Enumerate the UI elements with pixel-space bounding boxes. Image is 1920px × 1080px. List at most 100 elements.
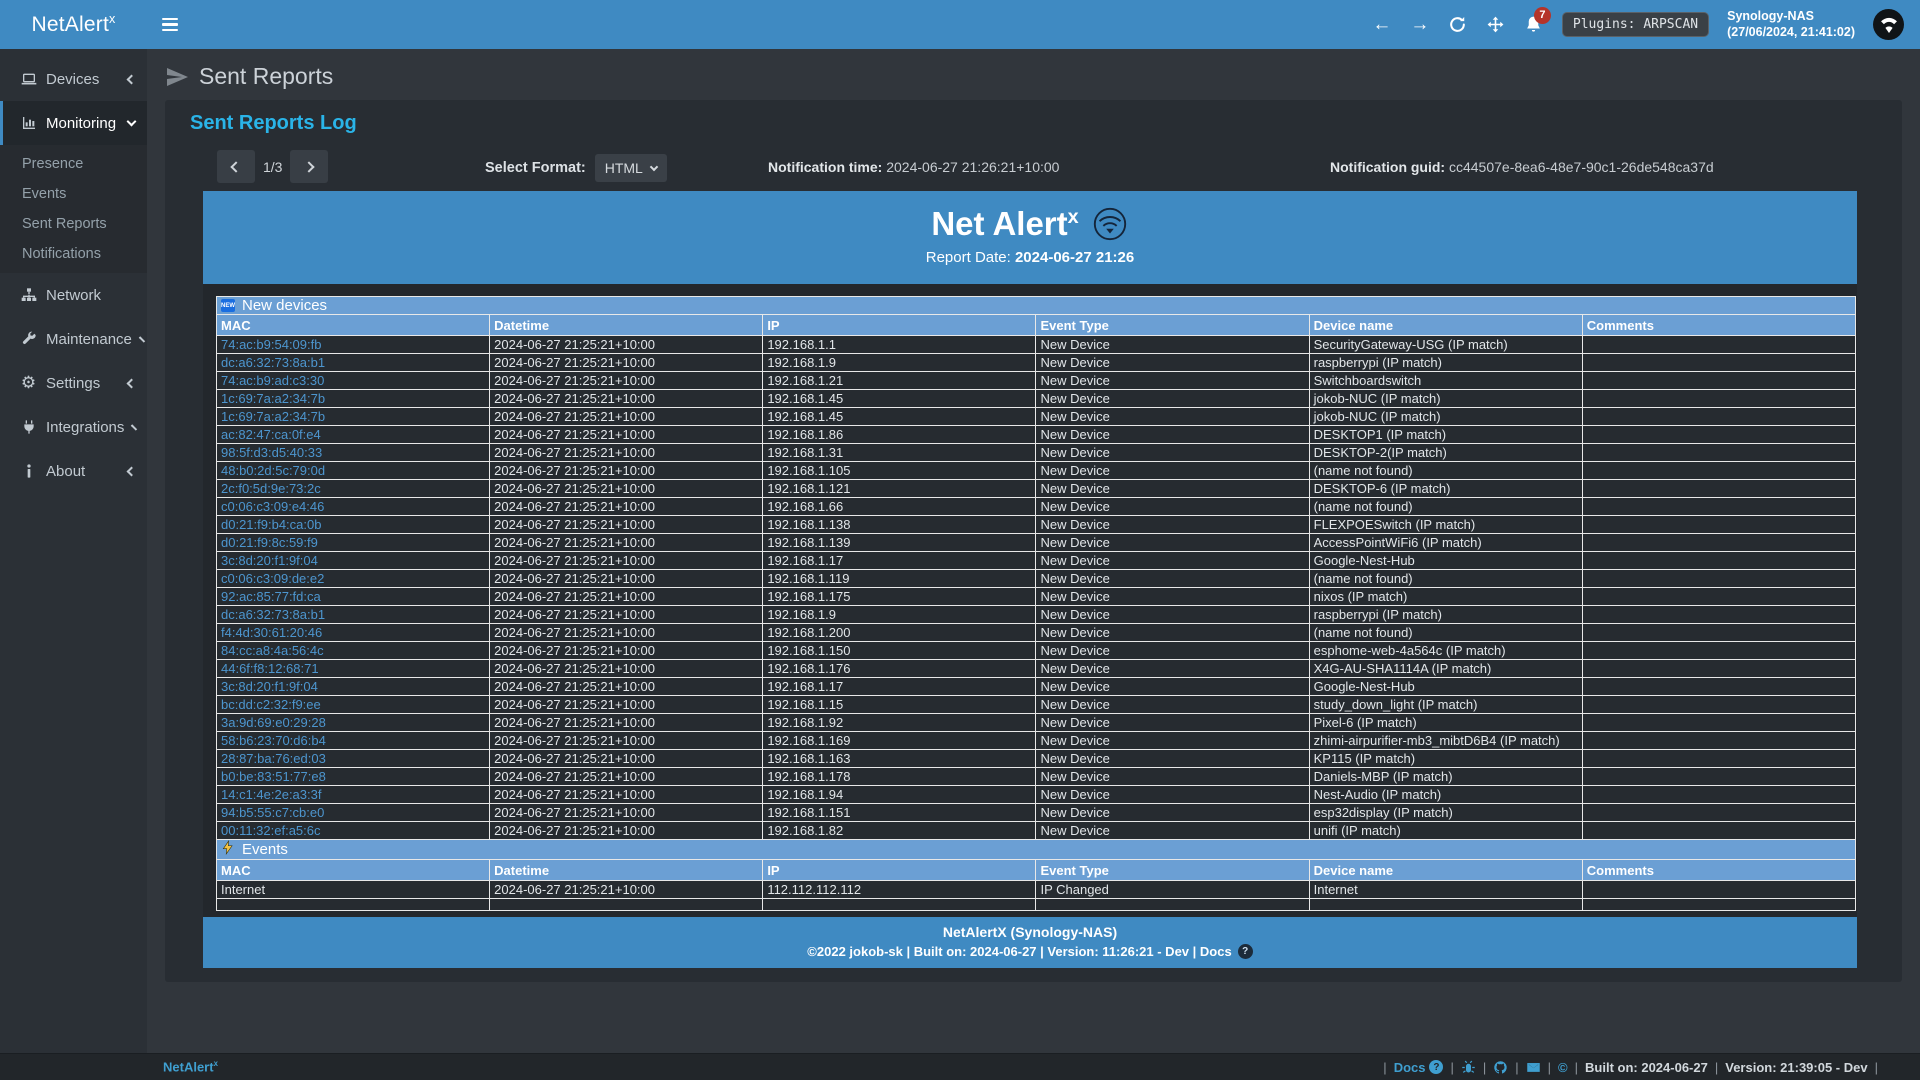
netalertx-logo-icon	[1091, 205, 1129, 243]
sidebar-item-maintenance[interactable]: Maintenance	[0, 317, 147, 361]
move-icon[interactable]	[1486, 15, 1506, 35]
sidebar-item-label: Monitoring	[46, 115, 119, 132]
github-icon[interactable]	[1493, 1060, 1508, 1075]
refresh-icon[interactable]	[1448, 15, 1468, 35]
mac-link[interactable]: dc:a6:32:73:8a:b1	[217, 354, 490, 372]
section-title: Sent Reports Log	[190, 112, 357, 135]
table-cell: 192.168.1.86	[763, 426, 1036, 444]
sidebar-item-about[interactable]: About	[0, 449, 147, 493]
mac-link[interactable]: d0:21:f9:b4:ca:0b	[217, 516, 490, 534]
mac-link[interactable]: c0:06:c3:09:de:e2	[217, 570, 490, 588]
sidebar-item-monitoring[interactable]: Monitoring	[0, 101, 147, 145]
next-page-button[interactable]	[290, 150, 328, 183]
table-cell: New Device	[1036, 534, 1309, 552]
table-cell	[1582, 390, 1855, 408]
mac-link[interactable]: bc:dd:c2:32:f9:ee	[217, 696, 490, 714]
sidebar-item-devices[interactable]: Devices	[0, 57, 147, 101]
mac-link[interactable]: 84:cc:a8:4a:56:4c	[217, 642, 490, 660]
table-cell	[1582, 881, 1855, 899]
email-icon[interactable]	[1526, 1060, 1541, 1075]
mac-link[interactable]: 00:11:32:ef:a5:6c	[217, 822, 490, 840]
back-arrow-icon[interactable]: ←	[1372, 15, 1392, 35]
mac-link[interactable]: dc:a6:32:73:8a:b1	[217, 606, 490, 624]
notification-time-value: 2024-06-27 21:26:21+10:00	[886, 159, 1059, 175]
mac-link[interactable]: 74:ac:b9:54:09:fb	[217, 336, 490, 354]
sidebar-item-integrations[interactable]: Integrations	[0, 405, 147, 449]
table-cell	[1582, 822, 1855, 840]
sidebar-toggle-button[interactable]	[147, 0, 193, 49]
table-row: 1c:69:7a:a2:34:7b2024-06-27 21:25:21+10:…	[217, 390, 1856, 408]
copyright-icon[interactable]: ©	[1558, 1060, 1568, 1075]
table-cell: esp32display (IP match)	[1309, 804, 1582, 822]
mac-link[interactable]: f4:4d:30:61:20:46	[217, 624, 490, 642]
table-cell: raspberrypi (IP match)	[1309, 354, 1582, 372]
table-row: 48:b0:2d:5c:79:0d2024-06-27 21:25:21+10:…	[217, 462, 1856, 480]
mac-link[interactable]: 58:b6:23:70:d6:b4	[217, 732, 490, 750]
sidebar-item-notifications[interactable]: Notifications	[0, 239, 147, 269]
mac-link[interactable]: 92:ac:85:77:fd:ca	[217, 588, 490, 606]
mac-link[interactable]: 14:c1:4e:2e:a3:3f	[217, 786, 490, 804]
docs-link[interactable]: Docs ?	[1394, 1060, 1444, 1075]
question-mark-icon[interactable]: ?	[1238, 944, 1253, 959]
version-text: Version: 21:39:05 - Dev	[1725, 1060, 1867, 1075]
mac-link[interactable]: 94:b5:55:c7:cb:e0	[217, 804, 490, 822]
table-cell: 192.168.1.151	[763, 804, 1036, 822]
bug-report-icon[interactable]	[1461, 1060, 1476, 1075]
sidebar-item-settings[interactable]: ⚙ Settings	[0, 361, 147, 405]
table-cell: nixos (IP match)	[1309, 588, 1582, 606]
mac-link[interactable]: 2c:f0:5d:9e:73:2c	[217, 480, 490, 498]
main-content: Sent Reports Sent Reports Log 1/3 Select…	[147, 49, 1920, 1053]
table-cell: New Device	[1036, 408, 1309, 426]
table-cell: 2024-06-27 21:25:21+10:00	[490, 786, 763, 804]
server-time: (27/06/2024, 21:41:02)	[1727, 25, 1855, 41]
table-cell: New Device	[1036, 444, 1309, 462]
mac-link[interactable]: 98:5f:d3:d5:40:33	[217, 444, 490, 462]
mac-link[interactable]: ac:82:47:ca:0f:e4	[217, 426, 490, 444]
prev-page-button[interactable]	[217, 150, 255, 183]
table-cell	[1582, 804, 1855, 822]
table-cell: New Device	[1036, 426, 1309, 444]
notifications-bell-icon[interactable]: 7	[1524, 15, 1544, 35]
mac-link[interactable]: 1c:69:7a:a2:34:7b	[217, 390, 490, 408]
mac-link[interactable]: 28:87:ba:76:ed:03	[217, 750, 490, 768]
lightning-bolt-icon	[221, 840, 235, 859]
table-cell: 192.168.1.17	[763, 552, 1036, 570]
table-cell: 2024-06-27 21:25:21+10:00	[490, 498, 763, 516]
mac-link[interactable]: 48:b0:2d:5c:79:0d	[217, 462, 490, 480]
sidebar-item-network[interactable]: Network	[0, 273, 147, 317]
plugins-status-badge[interactable]: Plugins: ARPSCAN	[1562, 12, 1709, 37]
sidebar-item-presence[interactable]: Presence	[0, 149, 147, 179]
mac-link[interactable]: b0:be:83:51:77:e8	[217, 768, 490, 786]
format-select[interactable]: HTML	[595, 154, 667, 182]
forward-arrow-icon[interactable]: →	[1410, 15, 1430, 35]
server-name: Synology-NAS	[1727, 9, 1855, 25]
table-cell: 2024-06-27 21:25:21+10:00	[490, 804, 763, 822]
user-avatar[interactable]	[1873, 9, 1904, 40]
mac-link[interactable]: 44:6f:f8:12:68:71	[217, 660, 490, 678]
mac-link[interactable]: d0:21:f9:8c:59:f9	[217, 534, 490, 552]
table-cell: Internet	[1309, 881, 1582, 899]
table-cell	[1582, 750, 1855, 768]
help-question-icon[interactable]: ?	[1429, 1060, 1443, 1074]
notification-count-badge[interactable]: 7	[1534, 7, 1551, 24]
mac-link[interactable]: 74:ac:b9:ad:c3:30	[217, 372, 490, 390]
table-cell: 2024-06-27 21:25:21+10:00	[490, 624, 763, 642]
table-cell: 2024-06-27 21:25:21+10:00	[490, 354, 763, 372]
caret-down-icon	[650, 162, 658, 170]
sidebar-item-events[interactable]: Events	[0, 179, 147, 209]
sidebar: Devices Monitoring Presence Events Sent …	[0, 49, 147, 1053]
mac-link[interactable]: 1c:69:7a:a2:34:7b	[217, 408, 490, 426]
mac-link[interactable]: 3c:8d:20:f1:9f:04	[217, 552, 490, 570]
sidebar-item-sent-reports[interactable]: Sent Reports	[0, 209, 147, 239]
sent-reports-card: Sent Reports Log 1/3 Select Format: HTML…	[165, 100, 1902, 982]
table-cell: jokob-NUC (IP match)	[1309, 390, 1582, 408]
statusbar-brand[interactable]: NetAlertx	[163, 1059, 218, 1074]
mac-link[interactable]: 3c:8d:20:f1:9f:04	[217, 678, 490, 696]
mac-link[interactable]: c0:06:c3:09:e4:46	[217, 498, 490, 516]
app-logo[interactable]: NetAlertx	[0, 0, 147, 49]
table-cell: 2024-06-27 21:25:21+10:00	[490, 570, 763, 588]
table-cell: New Device	[1036, 678, 1309, 696]
table-row: d0:21:f9:8c:59:f92024-06-27 21:25:21+10:…	[217, 534, 1856, 552]
column-header: IP	[763, 860, 1036, 881]
mac-link[interactable]: 3a:9d:69:e0:29:28	[217, 714, 490, 732]
